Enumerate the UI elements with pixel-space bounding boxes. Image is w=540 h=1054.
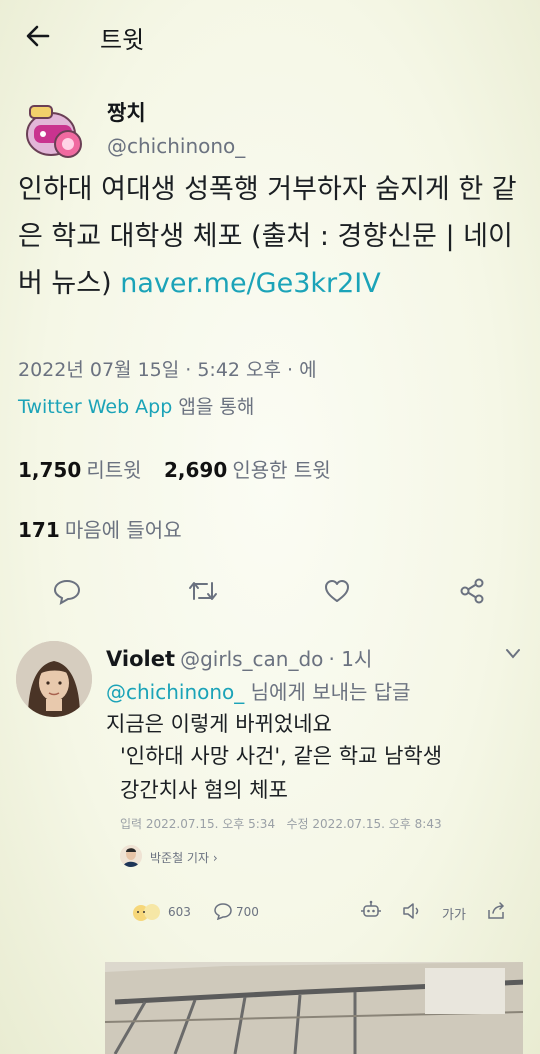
article-headline-line1: '인하대 사망 사건', 같은 학교 남학생 [120,744,443,768]
more-options-icon[interactable] [505,644,521,666]
robot-icon[interactable] [360,899,382,921]
reporter-avatar [120,845,142,867]
reply-time: · 1시 [328,647,373,671]
reporter-name[interactable]: 박준철 기자 › [150,849,218,866]
author-avatar[interactable] [18,96,88,166]
comment-icon[interactable] [213,902,233,920]
article-meta: 입력 2022.07.15. 오후 5:34 수정 2022.07.15. 오후… [120,817,442,831]
likes-label: 마음에 들어요 [64,518,182,542]
tweet-source: Twitter Web App 앱을 통해 [18,392,254,419]
retweets-stat[interactable]: 1,750 리트윗 [18,454,142,483]
replying-handle-link[interactable]: @chichinono_ [106,680,244,704]
share-icon[interactable] [458,577,486,609]
reply-author-handle[interactable]: @girls_can_do [180,647,323,671]
back-arrow-icon[interactable] [24,22,52,50]
retweets-label: 리트윗 [86,458,142,482]
article-headline-line2: 강간치사 혐의 체포 [120,778,288,802]
source-app-link[interactable]: Twitter Web App [18,396,172,418]
tweet-timestamp: 2022년 07월 15일 · 5:42 오후 · 에 [18,359,317,381]
likes-stat[interactable]: 171 마음에 들어요 [18,514,182,543]
share-out-icon[interactable] [485,901,507,921]
replying-suffix: 님에게 보내는 답글 [244,680,411,704]
retweet-icon[interactable] [188,577,218,609]
heart-icon[interactable] [323,577,351,609]
quotes-stat[interactable]: 2,690 인용한 트윗 [164,454,331,483]
page-title: 트윗 [100,26,145,54]
reply-avatar[interactable] [16,641,92,717]
reply-header: Violet @girls_can_do · 1시 [106,643,372,672]
speaker-icon[interactable] [401,901,423,921]
tweet-text: 인하대 여대생 성폭행 거부하자 숨지게 한 같은 학교 대학생 체포 (출처 … [18,166,518,307]
quotes-count: 2,690 [164,458,228,482]
replying-to: @chichinono_ 님에게 보내는 답글 [106,676,411,705]
article-photo[interactable] [105,962,523,1054]
reaction-icon[interactable] [130,901,164,927]
font-size-button[interactable]: 가가 [442,904,466,923]
author-name[interactable]: 짱치 [107,97,146,127]
likes-count: 171 [18,518,60,542]
reply-text: 지금은 이렇게 바뀌었네요 [106,712,332,736]
author-handle[interactable]: @chichinono_ [107,134,245,158]
retweets-count: 1,750 [18,458,82,482]
quotes-label: 인용한 트윗 [232,458,331,482]
comment-count: 700 [236,905,259,919]
reply-icon[interactable] [53,577,81,609]
tweet-link[interactable]: naver.me/Ge3kr2IV [120,268,381,299]
reaction-count: 603 [168,905,191,919]
reply-author-name[interactable]: Violet [106,647,175,671]
source-suffix: 앱을 통해 [172,396,255,418]
